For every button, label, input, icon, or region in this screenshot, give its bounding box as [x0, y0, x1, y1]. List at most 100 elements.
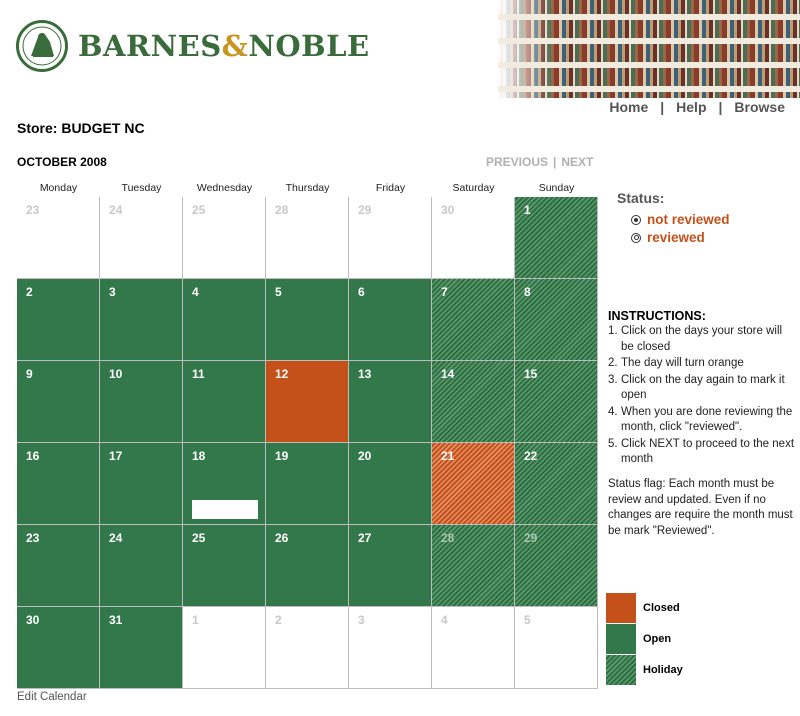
status-option-label[interactable]: reviewed: [647, 230, 705, 245]
calendar-grid: 23 24 25 28 29 30 1 2 3 4 5 6 7 8 9 10 11 12 13 14 15 16 17 18 1…: [17, 197, 598, 689]
day-number: 6: [358, 285, 365, 299]
calendar-day-cell: 5: [515, 607, 598, 689]
radio-icon[interactable]: [631, 232, 641, 243]
calendar-day-cell: 29: [349, 197, 432, 279]
weekday-thursday: Thursday: [285, 182, 330, 194]
day-number: 22: [524, 449, 538, 463]
weekday-wednesday: Wednesday: [196, 182, 253, 194]
weekday-saturday: Saturday: [452, 182, 495, 194]
calendar-day-cell[interactable]: 1: [515, 197, 598, 279]
day-number: 18: [192, 449, 206, 463]
calendar-day-cell[interactable]: 4: [183, 279, 266, 361]
previous-month-link[interactable]: PREVIOUS: [486, 155, 548, 169]
status-not-reviewed-option[interactable]: not reviewed: [631, 212, 730, 227]
top-navigation: Home | Help | Browse: [609, 99, 785, 115]
instruction-step: 5. Click NEXT to proceed to the next mont…: [608, 437, 795, 466]
day-number: 5: [275, 285, 282, 299]
month-title: OCTOBER 2008: [17, 155, 107, 169]
calendar-day-cell[interactable]: 11: [183, 361, 266, 443]
closed-swatch: [606, 593, 636, 623]
calendar-day-cell[interactable]: 13: [349, 361, 432, 443]
nav-browse-link[interactable]: Browse: [734, 99, 785, 115]
calendar-day-cell[interactable]: 28: [432, 525, 515, 607]
brand-logo[interactable]: BARNES&NOBLE: [16, 20, 370, 72]
calendar-day-cell[interactable]: 24: [100, 525, 183, 607]
day-number: 29: [524, 531, 538, 545]
calendar-day-cell[interactable]: 14: [432, 361, 515, 443]
calendar-day-cell[interactable]: 25: [183, 525, 266, 607]
calendar-day-cell[interactable]: 21: [432, 443, 515, 525]
day-note-box: [192, 500, 258, 519]
calendar-day-cell: 30: [432, 197, 515, 279]
status-reviewed-option[interactable]: reviewed: [631, 230, 705, 245]
calendar-day-cell[interactable]: 20: [349, 443, 432, 525]
edit-calendar-link[interactable]: Edit Calendar: [17, 691, 87, 703]
calendar-day-cell[interactable]: 22: [515, 443, 598, 525]
calendar-day-cell[interactable]: 5: [266, 279, 349, 361]
instruction-step: 2. The day will turn orange: [608, 357, 744, 369]
pager-separator: |: [553, 155, 557, 169]
logo-emblem-icon: [16, 20, 68, 72]
next-month-link[interactable]: NEXT: [561, 155, 593, 169]
calendar-day-cell[interactable]: 7: [432, 279, 515, 361]
calendar-day-cell: 25: [183, 197, 266, 279]
day-number: 2: [26, 285, 33, 299]
day-number: 19: [275, 449, 289, 463]
calendar-day-cell: 3: [349, 607, 432, 689]
calendar-day-cell[interactable]: 15: [515, 361, 598, 443]
calendar-day-cell[interactable]: 10: [100, 361, 183, 443]
day-number: 12: [275, 367, 289, 381]
calendar-day-cell[interactable]: 23: [17, 525, 100, 607]
day-number: 24: [109, 203, 123, 217]
day-number: 10: [109, 367, 123, 381]
day-number: 5: [524, 613, 531, 627]
calendar-day-cell[interactable]: 16: [17, 443, 100, 525]
calendar-day-cell[interactable]: 2: [17, 279, 100, 361]
brand-wordmark: BARNES&NOBLE: [78, 29, 370, 63]
day-number: 24: [109, 531, 123, 545]
day-number: 26: [275, 531, 289, 545]
calendar-day-cell: 1: [183, 607, 266, 689]
calendar-day-cell[interactable]: 12: [266, 361, 349, 443]
radio-selected-icon[interactable]: [631, 214, 641, 225]
day-number: 4: [192, 285, 199, 299]
day-number: 2: [275, 613, 282, 627]
calendar-day-cell[interactable]: 27: [349, 525, 432, 607]
day-number: 4: [441, 613, 448, 627]
calendar-day-cell: 2: [266, 607, 349, 689]
day-number: 11: [192, 367, 205, 381]
legend-open: Open: [606, 624, 671, 654]
month-pager: PREVIOUS | NEXT: [486, 155, 593, 169]
calendar-day-cell[interactable]: 8: [515, 279, 598, 361]
calendar-day-cell: 28: [266, 197, 349, 279]
calendar-day-cell[interactable]: 31: [100, 607, 183, 689]
status-option-label[interactable]: not reviewed: [647, 212, 730, 227]
weekday-friday: Friday: [375, 182, 406, 194]
calendar-day-cell[interactable]: 30: [17, 607, 100, 689]
nav-home-link[interactable]: Home: [609, 99, 648, 115]
calendar-day-cell: 23: [17, 197, 100, 279]
day-number: 3: [358, 613, 365, 627]
nav-separator: |: [718, 99, 723, 115]
instructions-heading: INSTRUCTIONS:: [608, 309, 706, 323]
calendar-day-cell[interactable]: 3: [100, 279, 183, 361]
calendar-day-cell[interactable]: 17: [100, 443, 183, 525]
calendar-day-cell[interactable]: 19: [266, 443, 349, 525]
bookshelf-banner-image: [498, 0, 800, 98]
day-number: 1: [524, 203, 531, 217]
calendar-day-cell: 24: [100, 197, 183, 279]
calendar-day-cell[interactable]: 26: [266, 525, 349, 607]
nav-separator: |: [660, 99, 665, 115]
legend-label: Holiday: [643, 664, 683, 676]
day-number: 21: [441, 449, 455, 463]
day-number: 3: [109, 285, 116, 299]
day-number: 25: [192, 203, 206, 217]
day-number: 8: [524, 285, 531, 299]
nav-help-link[interactable]: Help: [676, 99, 706, 115]
day-number: 28: [275, 203, 289, 217]
calendar-day-cell[interactable]: 9: [17, 361, 100, 443]
day-number: 28: [441, 531, 455, 545]
calendar-day-cell[interactable]: 6: [349, 279, 432, 361]
weekday-sunday: Sunday: [538, 182, 575, 194]
calendar-day-cell[interactable]: 29: [515, 525, 598, 607]
